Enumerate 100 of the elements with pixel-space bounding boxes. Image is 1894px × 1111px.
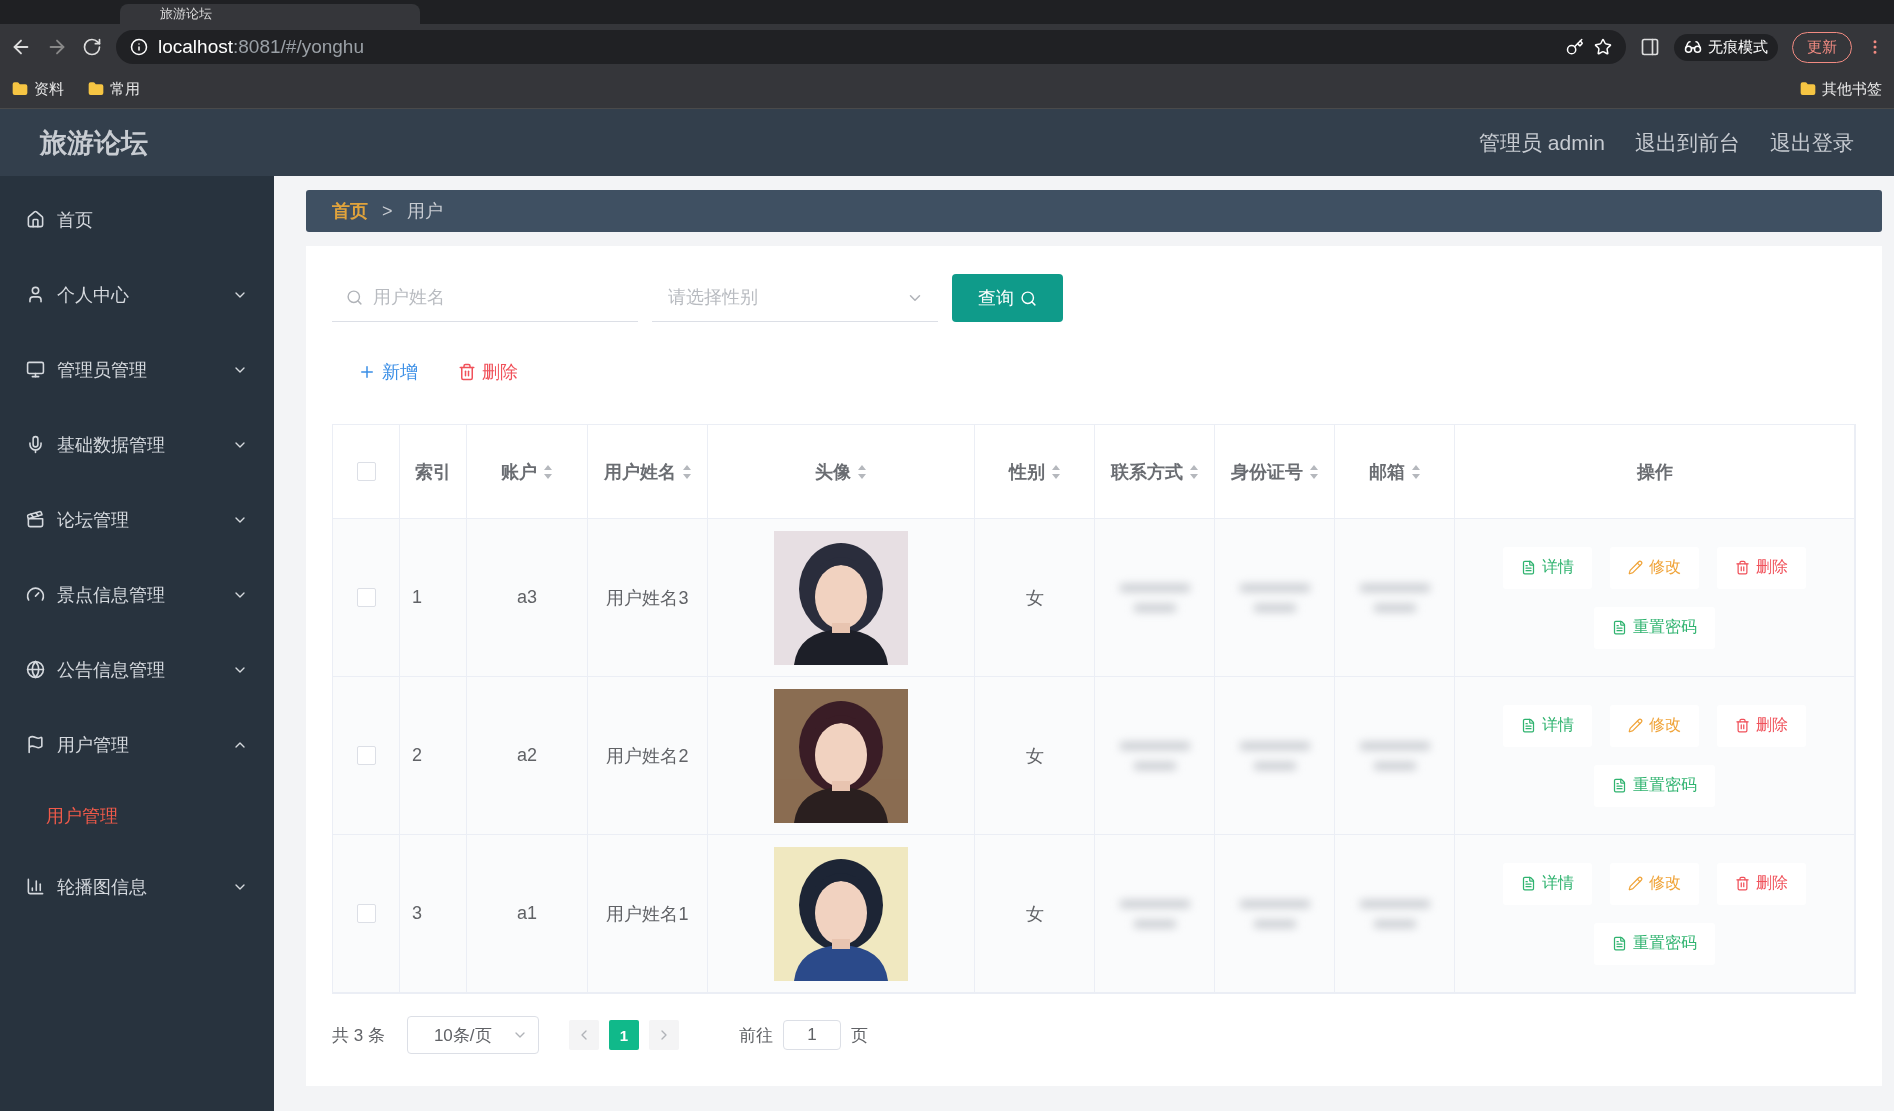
page-size-select[interactable]: 10条/页 (406, 1016, 539, 1054)
table-cell: a1 (517, 903, 537, 924)
select-all-checkbox[interactable] (356, 462, 376, 481)
detail-button[interactable]: 详情 (1503, 862, 1592, 905)
column-header[interactable]: 头像 (815, 455, 851, 488)
browser-tab[interactable]: 旅游论坛 (120, 4, 420, 24)
sidebar-subitem[interactable]: 用户管理 (0, 782, 274, 849)
goto-label: 前往 (738, 1024, 773, 1047)
row-checkbox[interactable] (356, 746, 376, 765)
bookmark-item[interactable]: 其他书签 (1800, 79, 1882, 99)
table-cell-text: 女 (1025, 744, 1044, 768)
column-header[interactable]: 身份证号 (1230, 455, 1303, 488)
column-header[interactable]: 邮箱 (1368, 455, 1405, 488)
breadcrumb-item[interactable]: 首页 (332, 199, 368, 223)
folder-icon (1800, 81, 1816, 97)
gauge-icon (26, 585, 45, 604)
trash-icon (1735, 876, 1750, 891)
total-count: 共 3 条 (332, 1024, 385, 1047)
sidebar-item[interactable]: 首页 (0, 182, 274, 257)
reset-button[interactable]: 重置密码 (1594, 764, 1715, 807)
sidebar-item[interactable]: 基础数据管理 (0, 407, 274, 482)
sort-icon[interactable] (1188, 463, 1199, 480)
name-search-field[interactable]: 用户姓名 (371, 286, 624, 309)
star-icon[interactable] (1594, 38, 1612, 56)
sort-icon[interactable] (857, 463, 867, 480)
table-cell-text: 用户姓名2 (606, 744, 689, 768)
side-panel-icon[interactable] (1640, 37, 1660, 57)
header-link[interactable]: 退出到前台 (1635, 130, 1740, 154)
column-header[interactable]: 账户 (501, 455, 537, 488)
detail-button[interactable]: 详情 (1503, 704, 1592, 747)
gender-select[interactable]: 请选择性别 (666, 286, 898, 309)
table-cell-text: 女 (1025, 902, 1044, 926)
detail-button[interactable]: 详情 (1503, 546, 1592, 589)
delete-button[interactable]: 删除 (1717, 546, 1806, 589)
table-cell-text: 用户姓名1 (606, 902, 689, 926)
globe-icon (26, 660, 45, 679)
sidebar-item[interactable]: 个人中心 (0, 257, 274, 332)
delete-button[interactable]: 删除 (1717, 862, 1806, 905)
column-header[interactable]: 用户姓名 (603, 455, 676, 488)
sort-icon[interactable] (543, 463, 553, 480)
flag-icon (26, 735, 45, 754)
row-checkbox[interactable] (356, 588, 376, 607)
breadcrumb-separator: > (382, 200, 393, 222)
sidebar-item[interactable]: 管理员管理 (0, 332, 274, 407)
sidebar-item[interactable]: 公告信息管理 (0, 632, 274, 707)
table-cell: 1 (412, 587, 422, 608)
sort-icon[interactable] (681, 463, 692, 480)
app-title: 旅游论坛 (40, 126, 148, 160)
trash-icon (1735, 718, 1750, 733)
bookmark-item[interactable]: 常用 (88, 79, 140, 99)
row-checkbox[interactable] (356, 904, 376, 923)
table-cell-text: 用户姓名3 (606, 586, 689, 610)
add-button[interactable]: 新增 (358, 360, 418, 384)
address-bar[interactable]: localhost:8081/#/yonghu (116, 30, 1626, 64)
document-icon (1521, 718, 1536, 733)
header-link[interactable]: 管理员 admin (1478, 130, 1605, 154)
search-icon (346, 289, 363, 306)
bookmark-item[interactable]: 资料 (12, 79, 64, 99)
folder-icon (88, 81, 104, 97)
column-header[interactable]: 性别 (1008, 455, 1045, 488)
sort-icon[interactable] (1050, 463, 1061, 480)
delete-button[interactable]: 删除 (458, 360, 518, 384)
goto-page-field[interactable]: 1 (782, 1020, 841, 1050)
sort-icon[interactable] (1410, 463, 1421, 480)
column-header: 索引 (415, 460, 451, 484)
trash-icon (458, 363, 476, 381)
document-icon (1612, 778, 1627, 793)
breadcrumb-item[interactable]: 用户 (406, 199, 443, 223)
home-icon (26, 210, 45, 229)
header-link[interactable]: 退出登录 (1770, 130, 1854, 154)
document-icon (1612, 936, 1627, 951)
url-text: localhost:8081/#/yonghu (158, 36, 364, 58)
info-icon[interactable] (130, 38, 148, 56)
table-cell: 3 (412, 903, 422, 924)
delete-button[interactable]: 删除 (1717, 704, 1806, 747)
document-icon (1521, 876, 1536, 891)
reset-button[interactable]: 重置密码 (1594, 606, 1715, 649)
table-cell-text: 女 (1025, 586, 1044, 610)
folder-icon (12, 81, 28, 97)
key-icon[interactable] (1566, 38, 1584, 56)
clapperboard-icon (26, 510, 45, 529)
column-header: 操作 (1636, 460, 1673, 484)
column-header[interactable]: 联系方式 (1110, 455, 1183, 488)
reload-icon[interactable] (82, 37, 102, 57)
plus-icon (358, 363, 376, 381)
incognito-badge[interactable]: 无痕模式 (1674, 33, 1778, 61)
page-unit: 页 (850, 1024, 868, 1047)
sidebar-item[interactable]: 轮播图信息 (0, 849, 274, 924)
sidebar-item[interactable]: 用户管理 (0, 707, 274, 782)
table-cell: 2 (412, 745, 422, 766)
sidebar-item[interactable]: 论坛管理 (0, 482, 274, 557)
query-button[interactable]: 查询 (952, 274, 1063, 322)
monitor-icon (26, 360, 45, 379)
prev-page-button[interactable] (568, 1020, 599, 1050)
glasses-icon (1684, 38, 1702, 56)
reset-button[interactable]: 重置密码 (1594, 922, 1715, 965)
pencil-icon (1628, 876, 1643, 891)
sort-icon[interactable] (1308, 463, 1319, 480)
next-page-button[interactable] (648, 1020, 679, 1050)
sidebar-item[interactable]: 景点信息管理 (0, 557, 274, 632)
